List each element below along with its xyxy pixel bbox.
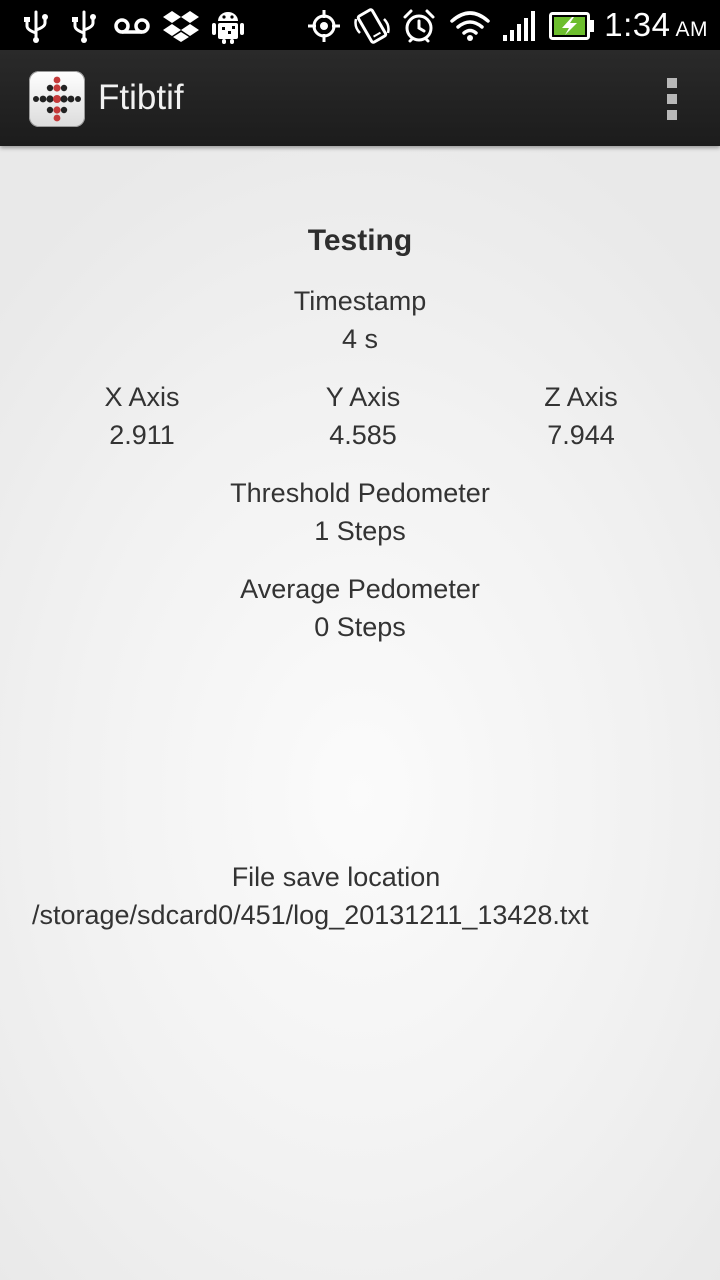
wifi-icon bbox=[448, 6, 492, 46]
average-pedometer-value: 0 Steps bbox=[314, 612, 406, 642]
threshold-pedometer-label: Threshold Pedometer bbox=[230, 478, 490, 508]
usb-icon bbox=[20, 6, 52, 46]
status-clock: 1:34 AM bbox=[604, 0, 708, 50]
status-bar: 1:34 AM bbox=[0, 0, 720, 50]
clock-time: 1:34 bbox=[604, 6, 671, 43]
page-title: Testing bbox=[307, 224, 413, 257]
menu-dot bbox=[667, 110, 677, 120]
timestamp-value: 4 s bbox=[341, 324, 379, 354]
android-debug-icon bbox=[210, 6, 246, 46]
overflow-menu-icon[interactable] bbox=[660, 78, 684, 120]
menu-dot bbox=[667, 94, 677, 104]
usb-icon bbox=[68, 6, 100, 46]
dropbox-icon bbox=[162, 6, 200, 46]
fitbit-dots-icon[interactable] bbox=[29, 71, 85, 127]
x-axis-label: X Axis bbox=[104, 382, 180, 412]
file-save-label: File save location bbox=[231, 862, 441, 892]
y-axis-label: Y Axis bbox=[325, 382, 401, 412]
x-axis-value: 2.911 bbox=[109, 420, 175, 450]
threshold-pedometer-value: 1 Steps bbox=[314, 516, 406, 546]
voicemail-icon bbox=[112, 6, 152, 46]
y-axis-value: 4.585 bbox=[329, 420, 397, 450]
signal-icon bbox=[500, 6, 540, 46]
alarm-icon bbox=[400, 6, 438, 46]
z-axis-value: 7.944 bbox=[547, 420, 615, 450]
action-bar: Ftibtif bbox=[0, 50, 720, 146]
average-pedometer-label: Average Pedometer bbox=[240, 574, 480, 604]
z-axis-label: Z Axis bbox=[544, 382, 618, 412]
rotate-icon bbox=[352, 6, 392, 46]
gps-icon bbox=[306, 6, 342, 46]
timestamp-label: Timestamp bbox=[293, 286, 427, 316]
clock-ampm: AM bbox=[675, 18, 708, 41]
file-save-path: /storage/sdcard0/451/log_20131211_13428.… bbox=[32, 900, 589, 930]
battery-charging-icon bbox=[548, 6, 596, 46]
menu-dot bbox=[667, 78, 677, 88]
app-title: Ftibtif bbox=[98, 78, 184, 117]
